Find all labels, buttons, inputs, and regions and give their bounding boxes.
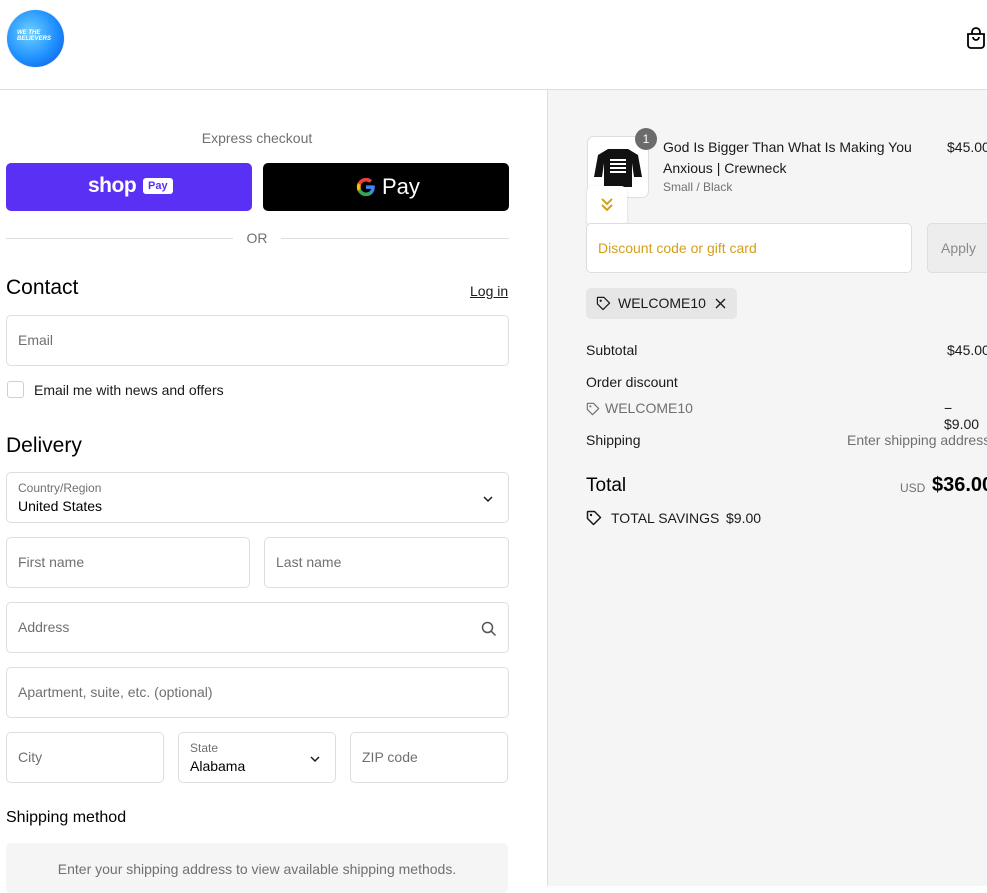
state-value: Alabama xyxy=(190,758,246,774)
last-name-field[interactable]: Last name xyxy=(264,537,509,588)
logo-text: WE THE BELIEVERS xyxy=(17,30,52,42)
total-savings-label: TOTAL SAVINGS xyxy=(611,510,720,526)
country-label: Country/Region xyxy=(18,481,102,495)
shop-pay-button[interactable]: shop Pay xyxy=(6,163,252,211)
state-label: State xyxy=(190,741,219,755)
chevron-down-icon xyxy=(310,756,320,763)
currency-code: USD xyxy=(900,481,926,495)
product-price: $45.00 xyxy=(947,139,987,155)
delivery-heading: Delivery xyxy=(6,434,82,457)
apartment-placeholder: Apartment, suite, etc. (optional) xyxy=(18,684,213,700)
header: WE THE BELIEVERS xyxy=(0,0,987,90)
divider-right xyxy=(281,238,509,239)
order-discount-label: Order discount xyxy=(586,374,678,390)
subtotal-value: $45.00 xyxy=(947,342,987,358)
shipping-method-note: Enter your shipping address to view avai… xyxy=(57,861,457,877)
shipping-label: Shipping xyxy=(586,432,641,448)
google-pay-button[interactable]: Pay xyxy=(263,163,509,211)
last-name-placeholder: Last name xyxy=(276,554,342,570)
shipping-value: Enter shipping address xyxy=(847,432,987,448)
login-link[interactable]: Log in xyxy=(470,283,508,299)
apartment-field[interactable]: Apartment, suite, etc. (optional) xyxy=(6,667,509,718)
city-placeholder: City xyxy=(18,749,43,765)
or-divider-text: OR xyxy=(246,230,268,246)
subtotal-label: Subtotal xyxy=(586,342,638,358)
product-title: God Is Bigger Than What Is Making You An… xyxy=(663,139,912,176)
city-field[interactable]: City xyxy=(6,732,164,783)
address-placeholder: Address xyxy=(18,619,70,635)
first-name-placeholder: First name xyxy=(18,554,85,570)
discount-code-field[interactable]: Discount code or gift card xyxy=(586,223,912,273)
product-variant: Small / Black xyxy=(663,180,733,194)
news-offers-checkbox[interactable] xyxy=(7,381,24,398)
zip-placeholder: ZIP code xyxy=(362,749,418,765)
discount-code-line: WELCOME10 xyxy=(605,400,693,416)
applied-code-chip: WELCOME10 xyxy=(586,288,737,319)
express-checkout-label: Express checkout xyxy=(201,130,313,146)
remove-code-icon[interactable] xyxy=(714,297,727,310)
country-value: United States xyxy=(18,498,103,514)
google-pay-word: Pay xyxy=(382,174,420,199)
discount-placeholder: Discount code or gift card xyxy=(598,240,757,256)
shipping-method-heading: Shipping method xyxy=(6,809,127,826)
double-chevron-down-icon xyxy=(601,198,613,212)
shop-pay-badge: Pay xyxy=(143,178,173,194)
apply-discount-button[interactable]: Apply xyxy=(927,223,987,273)
store-logo[interactable]: WE THE BELIEVERS xyxy=(7,10,64,67)
shop-pay-word: shop xyxy=(88,174,137,197)
scroll-down-button[interactable] xyxy=(587,186,627,226)
quantity-badge: 1 xyxy=(635,128,657,150)
total-savings-value: $9.00 xyxy=(726,510,762,526)
shopping-bag-icon[interactable] xyxy=(966,27,986,49)
savings-tag-icon xyxy=(586,510,602,526)
zip-field[interactable]: ZIP code xyxy=(350,732,508,783)
address-field[interactable]: Address xyxy=(6,602,509,653)
tag-icon xyxy=(596,296,611,311)
search-icon xyxy=(481,621,497,637)
email-placeholder: Email xyxy=(18,332,54,348)
total-label: Total xyxy=(586,475,627,496)
chevron-down-icon xyxy=(483,496,493,503)
google-g-icon xyxy=(356,177,375,197)
total-value: $36.00 xyxy=(932,474,987,496)
email-field[interactable]: Email xyxy=(6,315,509,366)
first-name-field[interactable]: First name xyxy=(6,537,250,588)
applied-code-text: WELCOME10 xyxy=(618,295,706,311)
discount-value: − $9.00 xyxy=(944,400,980,432)
contact-heading: Contact xyxy=(6,276,79,299)
state-select[interactable]: State Alabama xyxy=(178,732,336,783)
news-offers-label: Email me with news and offers xyxy=(34,382,224,398)
tag-icon xyxy=(586,402,600,416)
divider-left xyxy=(6,238,233,239)
country-select[interactable]: Country/Region United States xyxy=(6,472,509,523)
